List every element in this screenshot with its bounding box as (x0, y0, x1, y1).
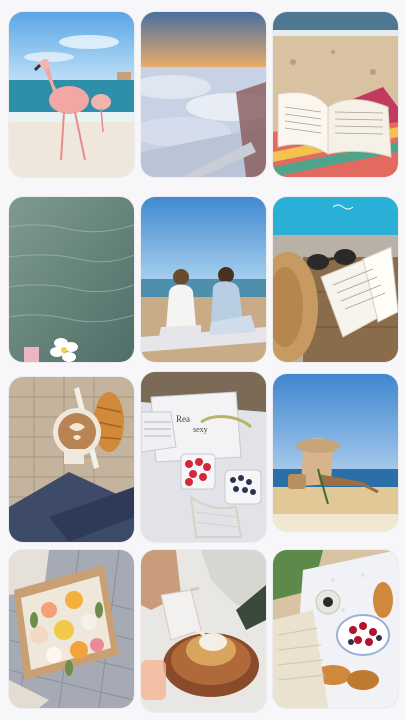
photo-tile-beach-picnic[interactable] (273, 550, 398, 708)
photo-tile-pouring-milk[interactable] (141, 550, 266, 712)
book-on-beach-towel-photo-icon (273, 12, 398, 177)
flower-box-photo-icon (9, 550, 134, 708)
friends-on-beach-photo-icon (141, 197, 266, 362)
photo-grid: Rea sexy (0, 0, 405, 720)
photo-tile-seaside-wall[interactable] (273, 374, 398, 531)
beach-picnic-croissants-photo-icon (273, 550, 398, 708)
photo-tile-ocean-water[interactable] (9, 197, 134, 362)
photo-tile-friends-beach[interactable] (141, 197, 266, 362)
picnic-magazine-berries-photo-icon: Rea sexy (141, 372, 266, 542)
straw-hat-sunglasses-book-photo-icon (273, 197, 398, 362)
photo-tile-book-beach[interactable] (273, 12, 398, 177)
latte-croissant-photo-icon (9, 377, 134, 542)
photo-tile-flamingo[interactable] (9, 12, 134, 177)
svg-text:sexy: sexy (193, 425, 208, 434)
photo-tile-latte[interactable] (9, 377, 134, 542)
photo-tile-hat-book[interactable] (273, 197, 398, 362)
pouring-milk-pancakes-photo-icon (141, 550, 266, 712)
ocean-water-flower-photo-icon (9, 197, 134, 362)
photo-tile-clouds[interactable] (141, 12, 266, 177)
photo-tile-picnic[interactable]: Rea sexy (141, 372, 266, 542)
svg-text:Rea: Rea (176, 414, 190, 424)
flamingo-beach-photo-icon (9, 12, 134, 177)
woman-hat-seaside-wall-photo-icon (273, 374, 398, 531)
clouds-from-airplane-photo-icon (141, 12, 266, 177)
photo-tile-flower-box[interactable] (9, 550, 134, 708)
